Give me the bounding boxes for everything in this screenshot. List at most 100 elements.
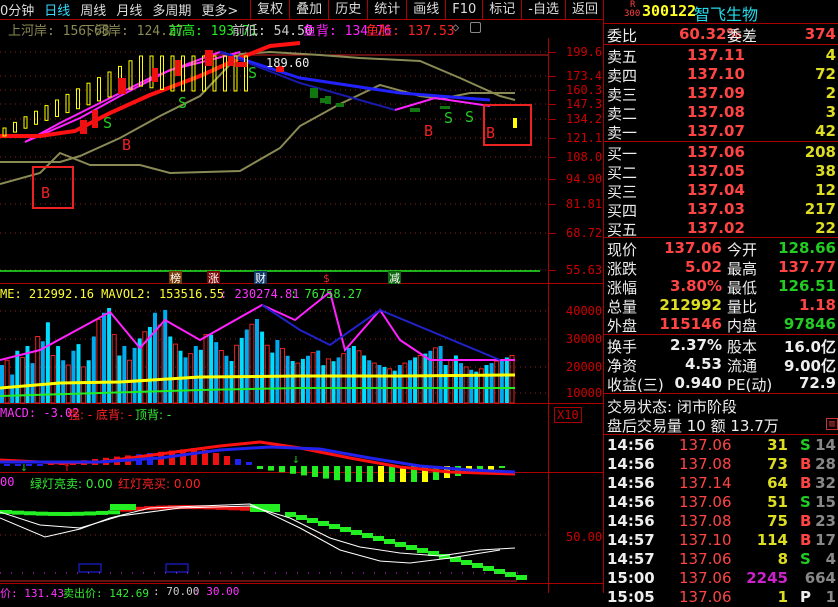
volume-value-4: : 76758.27 [290, 287, 363, 301]
ask-row[interactable]: 卖三 137.09 2 [607, 84, 838, 104]
tick-row[interactable]: 14:57 137.10 114 B 17 [607, 531, 838, 550]
volume-bar [504, 357, 509, 403]
tick-row[interactable]: 14:56 137.14 64 B 32 [607, 474, 838, 493]
ask-row[interactable]: 卖五 137.11 4 [607, 46, 838, 66]
volume-bar [239, 337, 244, 403]
tick-row[interactable]: 15:05 137.06 1 P 1 [607, 588, 838, 607]
history-button[interactable]: 历史 [328, 0, 367, 19]
macd-histogram-bar [499, 466, 505, 468]
macd-histogram-bar [257, 466, 263, 469]
tick-row[interactable]: 14:56 137.08 75 B 23 [607, 512, 838, 531]
quote-row[interactable]: 现价 137.06 今开 128.66 [607, 239, 838, 259]
volume-bar [331, 361, 336, 403]
svg-text:财: 财 [255, 271, 266, 285]
green-light-bar [329, 524, 340, 529]
price-axis-label: 160.3 [566, 83, 603, 97]
event-tag-dividend: $ [323, 272, 330, 285]
svg-text:减: 减 [389, 272, 400, 285]
signal-sell: S [103, 114, 112, 132]
volume-bar [290, 361, 295, 403]
tick-row[interactable]: 14:56 137.06 31 S 14 [607, 436, 838, 455]
tab-monthly[interactable]: 月线 [111, 0, 147, 19]
restore-rights-button[interactable]: 复权 [250, 0, 289, 19]
tab-minute[interactable]: 0分钟 [0, 0, 39, 19]
candle-bar [65, 93, 70, 114]
sell-price: 卖出价: 142.69 [63, 587, 149, 600]
volume-bar [362, 355, 367, 403]
prev-low-value: 前低: 54.50 [232, 24, 313, 39]
volume-bar [193, 346, 198, 403]
quote-row[interactable]: 涨跌 5.02 最高 137.77 [607, 258, 838, 278]
green-light-bar [461, 560, 472, 565]
volume-scale-button[interactable]: X10 [554, 407, 582, 423]
green-light-sell: 绿灯亮卖: 0.00 [30, 477, 113, 491]
event-tags: 榜 涨 财 $ 减 [169, 271, 401, 285]
tab-multi-period[interactable]: 多周期 [147, 0, 196, 19]
price-axis-label: 108.0 [566, 150, 603, 164]
candle-red [152, 68, 158, 82]
fundamental-row[interactable]: 净资 4.53 流通 9.00亿 [607, 355, 838, 375]
candle-red [205, 50, 213, 66]
mark-button[interactable]: 标记 [482, 0, 521, 19]
macd-bottom-divergence: 底背: - [96, 408, 133, 422]
bid-row[interactable]: 买四 137.03 217 [607, 200, 838, 220]
green-down-arrow-icon: ↓ [292, 452, 300, 467]
tick-row[interactable]: 14:57 137.06 8 S 4 [607, 550, 838, 569]
draw-line-button[interactable]: 画线 [406, 0, 445, 19]
tab-more[interactable]: 更多> [196, 0, 243, 19]
statistics-button[interactable]: 统计 [367, 0, 406, 19]
macd-histogram-bar [389, 466, 395, 482]
volume-bar [255, 319, 259, 403]
tab-weekly[interactable]: 周线 [75, 0, 111, 19]
quote-row[interactable]: 涨幅 3.80% 最低 126.51 [607, 277, 838, 297]
signal-buy: B [122, 136, 131, 154]
candle-bar [223, 55, 227, 92]
green-light-bar [351, 530, 362, 535]
volume-bar [484, 365, 489, 403]
fundamental-row[interactable]: 换手 2.37% 股本 16.0亿 [607, 336, 838, 356]
back-button[interactable]: 返回 [564, 0, 604, 19]
fundamental-row[interactable]: 收益(三) 0.940 PE(动) 72.9 [607, 374, 838, 394]
tick-row[interactable]: 15:00 137.06 2245 664 [607, 569, 838, 588]
tick-row[interactable]: 14:56 137.06 51 S 15 [607, 493, 838, 512]
volume-bar [489, 363, 494, 403]
macd-top-divergence: 顶背: - [135, 408, 172, 422]
quote-row[interactable]: 总量 212992 量比 1.18 [607, 296, 838, 316]
quote-row[interactable]: 外盘 115146 内盘 97846 [607, 315, 838, 335]
diamond-icon[interactable]: ◇ [452, 20, 459, 34]
volume-bar [10, 374, 15, 403]
bid-row[interactable]: 买三 137.04 12 [607, 181, 838, 201]
panel-toggle-icon[interactable] [470, 22, 481, 33]
green-light-bar [384, 539, 395, 544]
candle-green [310, 88, 318, 98]
bid-row[interactable]: 买二 137.05 38 [607, 162, 838, 182]
bid-row[interactable]: 买五 137.02 22 [607, 219, 838, 239]
lights-axis-label: 50.00 [566, 530, 603, 544]
tick-row[interactable]: 14:56 137.08 73 B 28 [607, 455, 838, 474]
ask-row[interactable]: 卖一 137.07 42 [607, 122, 838, 142]
volume-bar [325, 358, 331, 404]
fish-belly-value: 鱼肚: 137.53 [366, 24, 455, 39]
signal-sell: S [465, 108, 474, 126]
remove-watchlist-button[interactable]: -自选 [521, 0, 565, 19]
volume-bar [50, 355, 56, 404]
macd-histogram-bar [378, 466, 384, 482]
light-bar [12, 510, 24, 515]
volume-bar [35, 336, 41, 404]
green-light-bar [395, 542, 406, 547]
volume-bar [341, 353, 347, 404]
volume-bar [234, 344, 240, 404]
bid-row[interactable]: 买一 137.06 208 [607, 143, 838, 163]
after-hours-volume: 盘后交易量 10 额 13.7万 [607, 417, 779, 435]
ask-row[interactable]: 卖四 137.10 72 [607, 65, 838, 85]
volume-bar [351, 346, 356, 403]
tab-daily[interactable]: 日线 [39, 0, 75, 19]
bar-chart-icon[interactable]: ▥ [826, 418, 838, 430]
lights-prefix: 00 [0, 475, 15, 489]
overlay-button[interactable]: 叠加 [289, 0, 328, 19]
volume-bar [81, 366, 87, 404]
price-axis-label: 121.1 [566, 131, 603, 145]
f10-button[interactable]: F10 [445, 0, 482, 19]
ask-row[interactable]: 卖二 137.08 3 [607, 103, 838, 123]
candle-red [118, 78, 126, 94]
